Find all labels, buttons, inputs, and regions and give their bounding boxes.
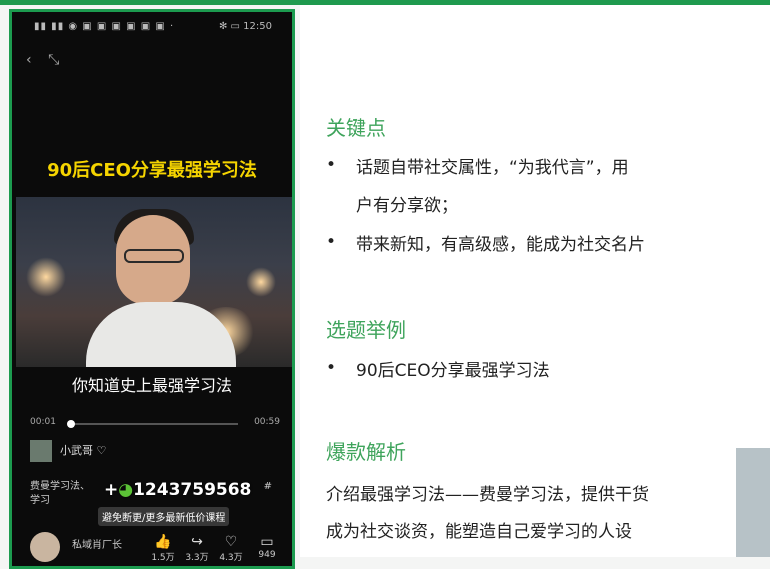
- comment-button[interactable]: ▭ 949: [252, 534, 282, 560]
- video-frame[interactable]: [16, 197, 292, 367]
- bullet-dot: •: [326, 232, 337, 252]
- time-total: 00:59: [254, 417, 280, 427]
- heart-count: 4.3万: [219, 553, 243, 563]
- progress-track[interactable]: [67, 420, 238, 428]
- share-icon: ↪: [191, 534, 203, 550]
- section-title-examples: 选题举例: [326, 318, 406, 342]
- analysis-line: 成为社交谈资，能塑造自己爱学习的人设: [326, 522, 632, 542]
- account-avatar[interactable]: [30, 532, 60, 562]
- watermark-id: 1243759568: [133, 480, 252, 500]
- description-line1: 费曼学习法、: [30, 481, 90, 492]
- heart-icon: ♡: [224, 534, 238, 550]
- share-button[interactable]: ↪ 3.3万: [182, 534, 212, 563]
- glasses: [124, 249, 184, 263]
- key-point-item: 带来新知，有高级感，能成为社交名片: [356, 235, 645, 255]
- camera-thumbnail: [736, 448, 770, 557]
- status-icons: ▮▮ ▮▮ ◉ ▣ ▣ ▣ ▣ ▣ ▣ ·: [34, 21, 175, 32]
- account-name: 私域肖厂长: [72, 540, 122, 551]
- back-icon[interactable]: ‹: [26, 52, 32, 68]
- bullet-dot: •: [326, 358, 337, 378]
- bullet-dot: •: [326, 155, 337, 175]
- watermark-tagline: 避免断更/更多最新低价课程: [98, 507, 230, 526]
- video-nav: ‹ ⤡: [26, 52, 71, 68]
- phone-screen: ▮▮ ▮▮ ◉ ▣ ▣ ▣ ▣ ▣ ▣ · ✻ ▭ 12:50 ‹ ⤡ 90后C…: [9, 9, 295, 569]
- like-count: 1.5万: [151, 553, 175, 563]
- comment-icon: ▭: [260, 534, 274, 550]
- section-title-analysis: 爆款解析: [326, 440, 406, 464]
- wechat-icon: ◕: [118, 480, 134, 500]
- description-line2: 学习: [30, 495, 50, 506]
- like-button[interactable]: 👍 1.5万: [148, 534, 178, 563]
- slide-panel: [300, 5, 770, 557]
- progress-knob[interactable]: [67, 420, 76, 428]
- author-avatar[interactable]: [30, 440, 52, 462]
- heart-button[interactable]: ♡ 4.3万: [216, 534, 246, 563]
- video-subtitle: 你知道史上最强学习法: [71, 376, 232, 395]
- author-row[interactable]: 小武哥 ♡: [30, 440, 106, 462]
- bokeh-light: [246, 267, 276, 297]
- watermark-prefix: +: [104, 480, 119, 500]
- like-icon: 👍: [154, 534, 172, 550]
- video-headline: 90后CEO分享最强学习法: [47, 160, 257, 181]
- key-point-item: 话题自带社交属性，“为我代言”，用: [356, 158, 629, 178]
- share-count: 3.3万: [185, 553, 209, 563]
- description-suffix: #: [263, 481, 272, 492]
- status-bar: ▮▮ ▮▮ ◉ ▣ ▣ ▣ ▣ ▣ ▣ · ✻ ▭ 12:50: [12, 12, 292, 38]
- shrink-icon[interactable]: ⤡: [48, 52, 59, 68]
- section-title-key-points: 关键点: [326, 116, 386, 140]
- comment-count: 949: [258, 550, 276, 560]
- key-point-item-cont: 户有分享欲；: [356, 196, 458, 216]
- watermark: +◕1243759568: [104, 480, 251, 500]
- example-item: 90后CEO分享最强学习法: [356, 361, 550, 381]
- bokeh-light: [26, 257, 66, 297]
- author-name: 小武哥 ♡: [60, 444, 107, 457]
- time-current: 00:01: [30, 417, 56, 427]
- analysis-line: 介绍最强学习法——费曼学习法，提供干货: [326, 485, 649, 505]
- status-clock: ✻ ▭ 12:50: [218, 21, 272, 32]
